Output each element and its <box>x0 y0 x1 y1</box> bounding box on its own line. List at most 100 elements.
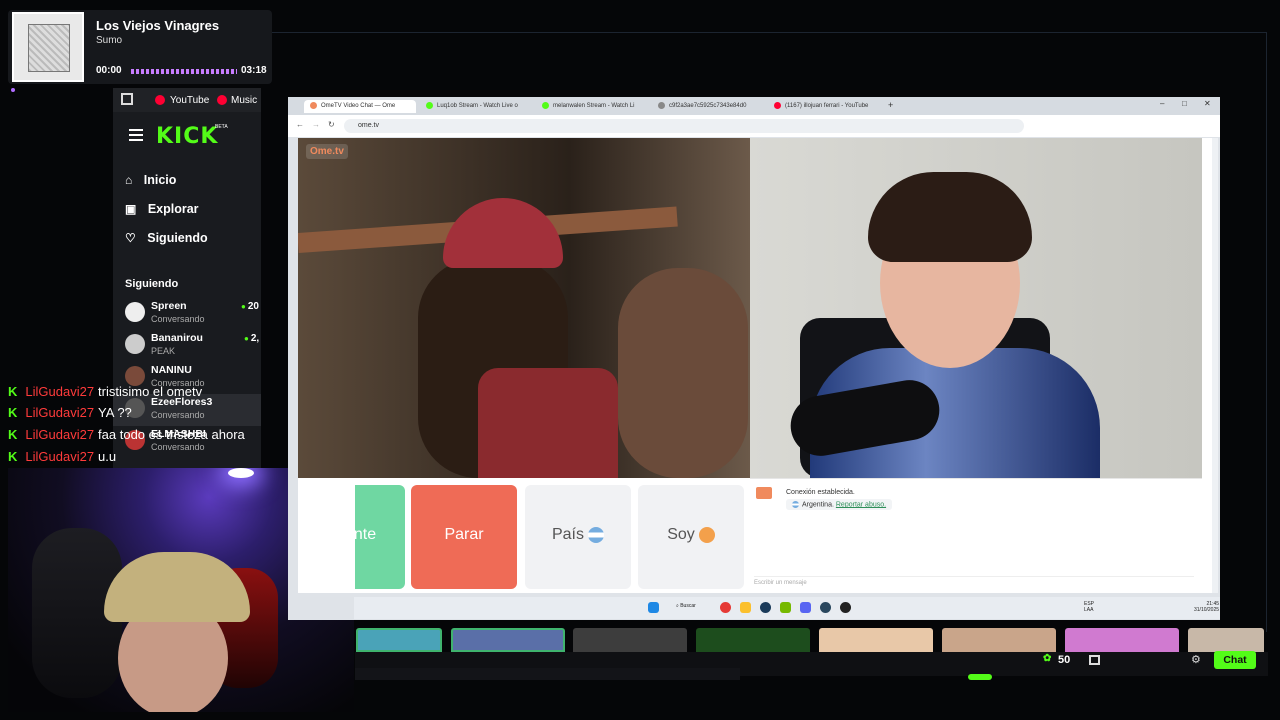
globe-favicon-icon <box>658 102 665 109</box>
kick-badge-icon: K <box>8 449 18 464</box>
nav-explorar[interactable]: ▣ Explorar <box>125 202 199 216</box>
tab-label: (1167) illojuan ferrari - YouTube <box>785 103 869 110</box>
chat-text: faa todo es tristeza ahora <box>98 427 245 442</box>
message-input[interactable]: Escribir un mensaje <box>754 576 1194 590</box>
gender-button[interactable]: Soy <box>638 485 744 589</box>
report-abuse-link[interactable]: Reportar abuso. <box>836 501 886 508</box>
following-item-bananirou[interactable]: Bananirou PEAK 2, <box>113 330 261 362</box>
nav-inicio-label: Inicio <box>143 173 177 187</box>
ometv-chat-panel: Conexión establecida. Argentina. Reporta… <box>750 478 1202 593</box>
channel-category: PEAK <box>151 346 176 356</box>
stream-thumbnail[interactable] <box>1065 628 1179 652</box>
following-header: Siguiendo <box>125 278 179 290</box>
start-button[interactable]: ente <box>355 485 405 589</box>
chat-button[interactable]: Chat <box>1214 651 1256 669</box>
file-explorer-icon[interactable] <box>740 602 751 613</box>
tab-ometv[interactable]: OmeTV Video Chat — Ome <box>304 100 416 113</box>
send-pill[interactable] <box>968 674 992 680</box>
chat-username: LilGudavi27 <box>25 427 95 442</box>
stranger-video: Ome.tv <box>298 138 750 478</box>
page-scrollbar[interactable] <box>1212 138 1218 593</box>
tab-kick-luq1ob[interactable]: Luq1ob Stream - Watch Live o <box>420 100 532 113</box>
channel-category: Conversando <box>151 314 205 324</box>
stop-button-label: Parar <box>444 526 484 543</box>
taskbar-search[interactable]: ⌕ Buscar <box>676 603 696 609</box>
stop-button[interactable]: Parar <box>411 485 517 589</box>
close-icon[interactable]: ✕ <box>1204 99 1211 108</box>
song-duration: 03:18 <box>241 65 267 76</box>
taskbar-search-label: Buscar <box>680 603 696 609</box>
song-current-time: 00:00 <box>96 65 122 76</box>
nav-inicio[interactable]: ⌂ Inicio <box>125 173 176 187</box>
steam-icon[interactable] <box>760 602 771 613</box>
album-art <box>12 12 84 82</box>
stream-thumbnail[interactable] <box>696 628 810 652</box>
viewer-count: 2, <box>244 333 259 344</box>
url-input[interactable]: ome.tv <box>344 119 1024 133</box>
maximize-icon[interactable]: □ <box>1182 99 1187 108</box>
forward-icon[interactable]: → <box>312 120 320 129</box>
kick-logo[interactable]: KICK <box>156 124 218 149</box>
footer-input[interactable] <box>355 668 740 680</box>
discord-icon[interactable] <box>800 602 811 613</box>
tab-hash[interactable]: c9f2a3ae7c5925c7343e84d0 <box>652 100 764 113</box>
stream-thumbnail[interactable] <box>942 628 1056 652</box>
bookmark-music[interactable]: Music <box>217 95 257 106</box>
stream-thumbnail[interactable] <box>819 628 933 652</box>
nav-siguiendo-label: Siguiendo <box>147 231 208 245</box>
stream-thumbnail[interactable] <box>1188 628 1264 652</box>
ceiling-light <box>228 468 254 478</box>
bookmark-youtube-label: YouTube <box>170 95 210 106</box>
youtube-favicon-icon <box>774 102 781 109</box>
apps-grid-icon[interactable] <box>121 93 133 105</box>
steam-app-icon[interactable] <box>820 602 831 613</box>
windows-taskbar: ⌕ Buscar ESP LAA 21:45 31/10/2025 <box>354 597 1220 619</box>
song-progress-bar <box>131 69 237 74</box>
self-video <box>750 138 1202 478</box>
system-message: Conexión establecida. <box>786 489 855 496</box>
tab-youtube[interactable]: (1167) illojuan ferrari - YouTube <box>768 100 880 113</box>
country-button-label: País <box>551 526 584 543</box>
new-tab-icon[interactable]: + <box>888 100 893 110</box>
channel-category: Conversando <box>151 410 205 420</box>
kick-beta-badge: BETA <box>215 124 228 130</box>
nav-siguiendo[interactable]: ♡ Siguiendo <box>125 231 208 245</box>
windows-start-icon[interactable] <box>648 602 659 613</box>
song-title: Los Viejos Vinagres <box>96 18 220 33</box>
taskbar-clock[interactable]: 21:45 31/10/2025 <box>1194 601 1219 613</box>
reload-icon[interactable]: ↻ <box>328 120 335 129</box>
address-bar-row: ← → ↻ ome.tv <box>288 115 1220 137</box>
stream-thumbnail[interactable] <box>573 628 687 652</box>
chat-message: K LilGudavi27 u.u <box>8 449 116 467</box>
progress-dot <box>11 88 15 92</box>
minimize-icon[interactable]: – <box>1160 99 1164 108</box>
bookmark-youtube[interactable]: YouTube <box>155 95 209 106</box>
browser-tab-strip: OmeTV Video Chat — Ome Luq1ob Stream - W… <box>288 97 1220 115</box>
system-tray[interactable]: ESP LAA <box>1084 601 1094 613</box>
gear-icon[interactable]: ⚙ <box>1191 653 1201 666</box>
system-message-country: Argentina. Reportar abuso. <box>786 499 893 511</box>
country-button[interactable]: País <box>525 485 631 589</box>
store-icon[interactable] <box>1089 655 1100 665</box>
tab-kick-melanwalen[interactable]: melanwalen Stream - Watch Li <box>536 100 648 113</box>
stream-thumbnail[interactable] <box>356 628 442 652</box>
nvidia-icon[interactable] <box>780 602 791 613</box>
streamer-cap <box>104 552 250 622</box>
url-text: ome.tv <box>358 122 380 129</box>
hair <box>868 172 1032 262</box>
gender-button-label: Soy <box>667 526 695 543</box>
chrome-icon[interactable] <box>720 602 731 613</box>
chat-username: LilGudavi27 <box>25 405 95 420</box>
following-item-spreen[interactable]: Spreen Conversando 20 <box>113 298 261 330</box>
hamburger-menu-icon[interactable] <box>129 129 143 141</box>
obs-icon[interactable] <box>840 602 851 613</box>
stranger-person-2 <box>618 268 748 478</box>
stranger-cap <box>443 198 563 268</box>
viewer-count: 20 <box>241 301 259 312</box>
chat-message: K LilGudavi27 YA ?? <box>8 405 132 423</box>
stream-frame-border <box>272 32 1267 33</box>
stream-thumbnail[interactable] <box>451 628 565 652</box>
chat-username: LilGudavi27 <box>25 449 95 464</box>
compass-icon: ▣ <box>125 202 137 216</box>
back-icon[interactable]: ← <box>296 120 304 129</box>
